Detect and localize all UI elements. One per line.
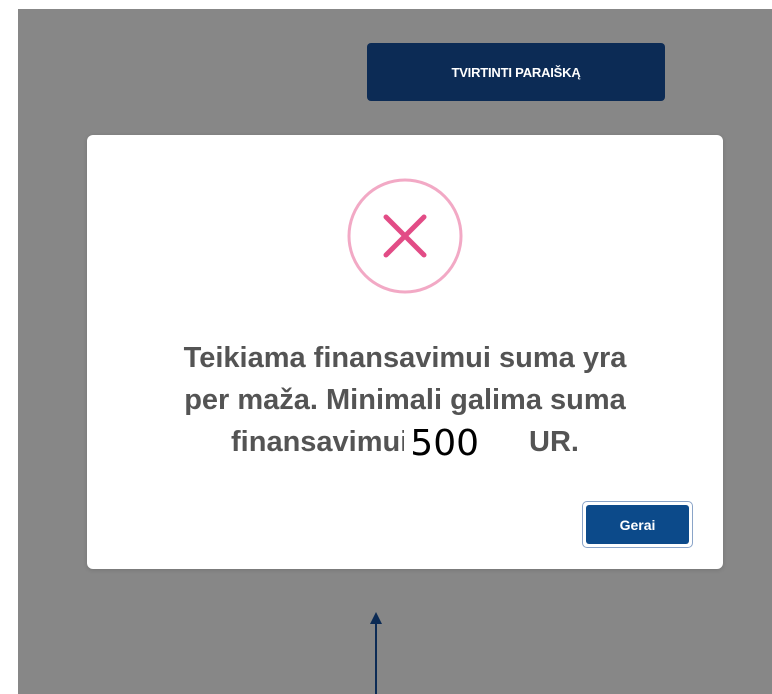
error-dialog: Teikiama finansavimui suma yra per maža.… (87, 135, 723, 569)
error-message-line-3-end: UR. (529, 426, 579, 458)
page-left-edge (0, 0, 18, 694)
error-x-circle-icon (347, 176, 463, 296)
error-message: Teikiama finansavimui suma yra per maža.… (87, 337, 723, 464)
error-message-line-1: Teikiama finansavimui suma yra (183, 342, 627, 374)
minimum-amount-value: 500 (404, 424, 530, 464)
page-root: TVIRTINTI PARAIŠKĄ Teikiama finansavimui… (0, 0, 772, 694)
annotation-arrow-icon (366, 612, 386, 694)
error-message-line-3: finansavimui500 UR. (87, 421, 723, 464)
error-message-line-2: per maža. Minimali galima suma (184, 384, 626, 416)
error-message-line-3-start: finansavimui (231, 426, 409, 458)
ok-button-label[interactable]: Gerai (586, 505, 689, 544)
page-top-edge (0, 0, 772, 9)
ok-button[interactable]: Gerai (582, 501, 693, 548)
confirm-application-button[interactable]: TVIRTINTI PARAIŠKĄ (367, 43, 665, 101)
